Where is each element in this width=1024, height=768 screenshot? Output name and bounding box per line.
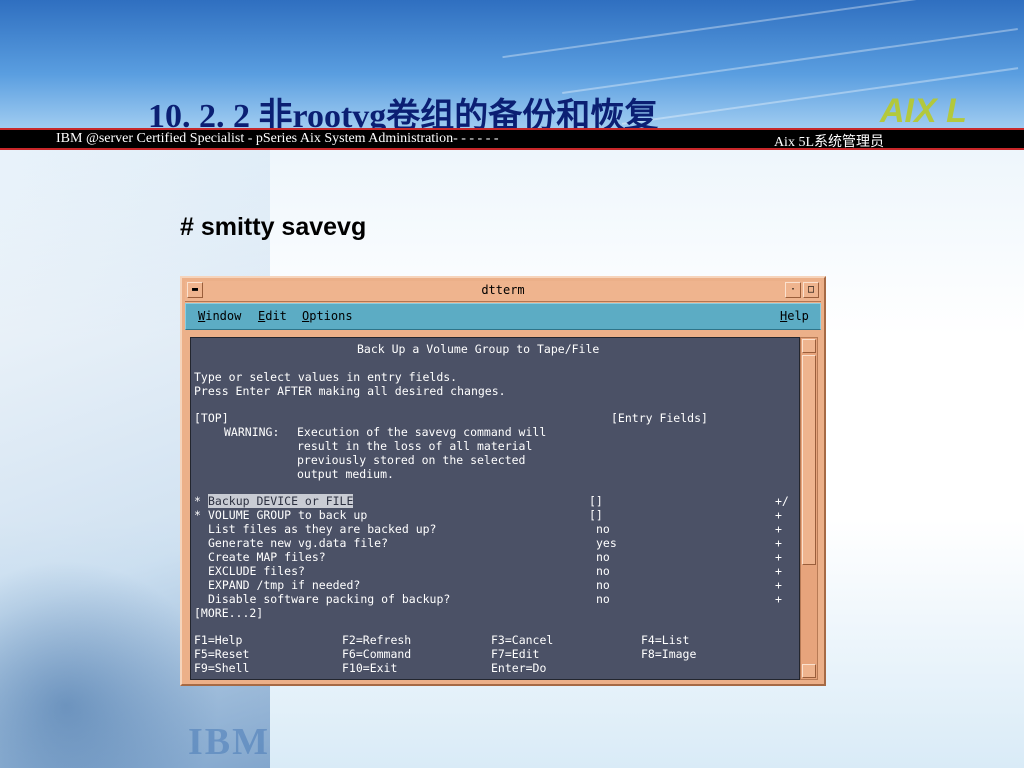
vertical-scrollbar[interactable] <box>800 337 818 680</box>
warning-text: Execution of the savevg command will <box>297 425 547 439</box>
ibm-watermark-logo: IBM <box>188 721 270 763</box>
fkey-f4-list[interactable]: F4=List <box>641 633 689 647</box>
window-title: dtterm <box>481 283 525 297</box>
warning-label: WARNING: <box>224 425 280 439</box>
minimize-button[interactable]: · <box>785 282 801 298</box>
menu-edit[interactable]: Edit <box>258 309 287 323</box>
field-list-flag: + <box>775 578 782 592</box>
menu-bar: Window Edit Options Help <box>185 303 821 330</box>
field-value-create-map[interactable]: no <box>596 550 610 564</box>
fkey-f7-edit[interactable]: F7=Edit <box>491 647 539 661</box>
top-marker: [TOP] <box>194 411 229 425</box>
field-value-disable-packing[interactable]: no <box>596 592 610 606</box>
fkey-f3-cancel[interactable]: F3=Cancel <box>491 633 553 647</box>
fkey-f8-image[interactable]: F8=Image <box>641 647 696 661</box>
field-list-flag: + <box>775 592 782 606</box>
window-titlebar[interactable]: ▬ dtterm · □ <box>185 281 821 302</box>
field-value-expand-tmp[interactable]: no <box>596 578 610 592</box>
fkey-f9-shell[interactable]: F9=Shell <box>194 661 249 675</box>
fkey-f1-help[interactable]: F1=Help <box>194 633 242 647</box>
fkey-f5-reset[interactable]: F5=Reset <box>194 647 249 661</box>
banner-course-title: IBM @server Certified Specialist - pSeri… <box>56 131 499 146</box>
field-list-flag: + <box>775 522 782 536</box>
field-list-flag: +/ <box>775 494 789 508</box>
entry-fields-header: [Entry Fields] <box>611 411 708 425</box>
scroll-up-arrow-icon[interactable] <box>802 339 816 353</box>
header-banner: IBM @server Certified Specialist - pSeri… <box>0 128 1024 150</box>
field-label-exclude-files[interactable]: EXCLUDE files? <box>208 564 305 578</box>
field-label-backup-device[interactable]: Backup DEVICE or FILE <box>208 494 354 508</box>
fkey-f10-exit[interactable]: F10=Exit <box>342 661 397 675</box>
field-label-disable-packing[interactable]: Disable software packing of backup? <box>208 592 450 606</box>
field-list-flag: + <box>775 564 782 578</box>
more-marker: [MORE...2] <box>194 606 264 620</box>
field-value-generate-vgdata[interactable]: yes <box>596 536 617 550</box>
field-label-create-map[interactable]: Create MAP files? <box>208 550 326 564</box>
aix-logo: AIX L <box>880 92 967 130</box>
terminal-screen[interactable]: Back Up a Volume Group to Tape/File Type… <box>190 337 800 680</box>
instruction-line: Type or select values in entry fields. <box>194 370 458 384</box>
maximize-button[interactable]: □ <box>803 282 819 298</box>
field-label-generate-vgdata[interactable]: Generate new vg.data file? <box>208 536 388 550</box>
menu-options[interactable]: Options <box>302 309 353 323</box>
banner-course-name: Aix 5L系统管理员 <box>773 135 884 150</box>
warning-text: previously stored on the selected <box>297 453 526 467</box>
scrollbar-thumb[interactable] <box>802 355 816 565</box>
field-value-list-files[interactable]: no <box>596 522 610 536</box>
field-list-flag: + <box>775 508 782 522</box>
scroll-down-arrow-icon[interactable] <box>802 664 816 678</box>
dtterm-window: ▬ dtterm · □ Window Edit Options Help Ba… <box>180 276 826 686</box>
menu-window[interactable]: Window <box>198 309 241 323</box>
menu-help[interactable]: Help <box>780 309 809 323</box>
field-value-backup-device[interactable]: [] <box>589 494 603 508</box>
warning-text: result in the loss of all material <box>297 439 533 453</box>
field-value-exclude-files[interactable]: no <box>596 564 610 578</box>
required-marker: * <box>194 494 201 508</box>
required-marker: * <box>194 508 201 522</box>
field-label-volume-group[interactable]: VOLUME GROUP to back up <box>208 508 367 522</box>
screen-heading: Back Up a Volume Group to Tape/File <box>357 342 600 356</box>
field-list-flag: + <box>775 550 782 564</box>
command-text: # smitty savevg <box>180 213 367 241</box>
field-value-volume-group[interactable]: [] <box>589 508 603 522</box>
field-label-list-files[interactable]: List files as they are backed up? <box>208 522 436 536</box>
field-list-flag: + <box>775 536 782 550</box>
warning-text: output medium. <box>297 467 394 481</box>
fkey-f6-command[interactable]: F6=Command <box>342 647 411 661</box>
instruction-line: Press Enter AFTER making all desired cha… <box>194 384 506 398</box>
fkey-f2-refresh[interactable]: F2=Refresh <box>342 633 411 647</box>
fkey-enter-do[interactable]: Enter=Do <box>491 661 546 675</box>
field-label-expand-tmp[interactable]: EXPAND /tmp if needed? <box>208 578 360 592</box>
